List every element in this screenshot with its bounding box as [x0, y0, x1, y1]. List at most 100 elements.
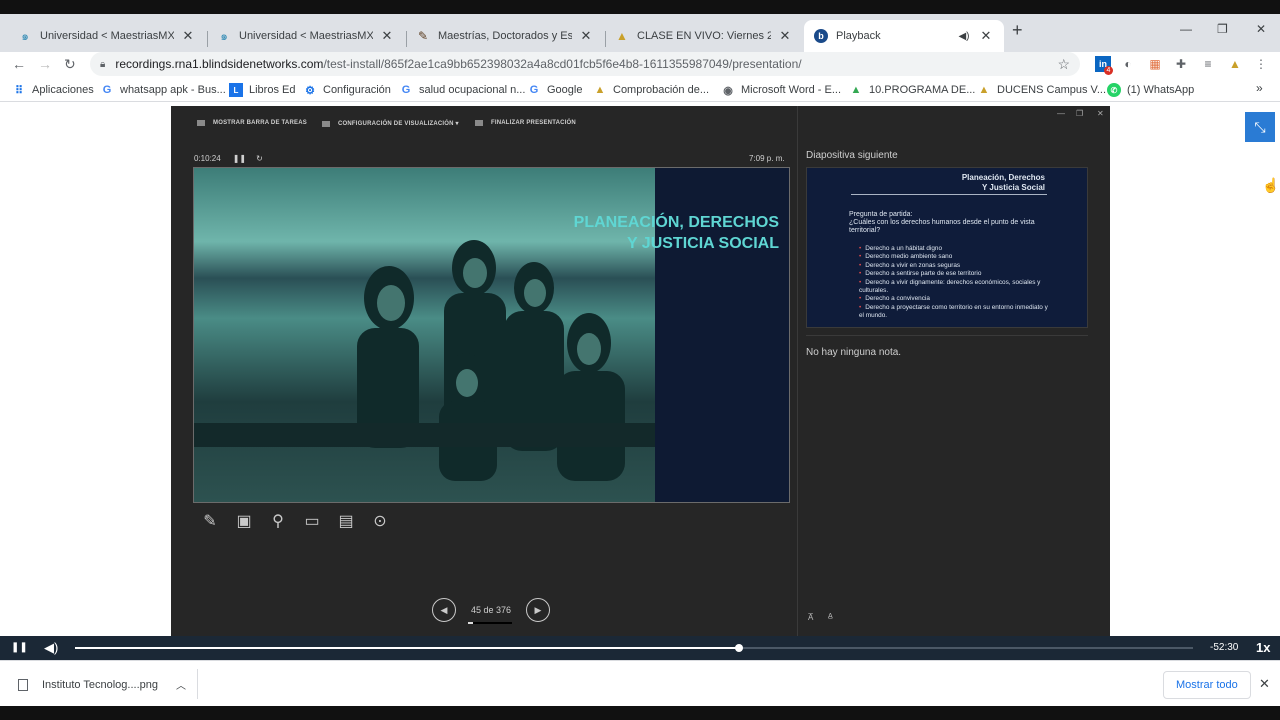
address-bar[interactable]: 🔒︎ recordings.rna1.blindsidenetworks.com…: [90, 52, 1080, 76]
bookmark-google[interactable]: G Google: [527, 83, 583, 97]
bookmark-ducens[interactable]: ▲ DUCENS Campus V...: [977, 83, 1106, 97]
chevron-up-icon[interactable]: ︿: [176, 677, 186, 692]
next-slide-button[interactable]: ▶: [526, 598, 550, 622]
show-all-button[interactable]: Mostrar todo: [1163, 671, 1251, 699]
slide-title-line: PLANEACIÓN, DERECHOS: [573, 214, 779, 231]
bookmark-label: salud ocupacional n...: [419, 84, 526, 96]
menu-show-taskbar[interactable]: MOSTRAR BARRA DE TAREAS: [197, 120, 307, 126]
menu-end-presentation[interactable]: FINALIZAR PRESENTACIÓN: [475, 120, 576, 126]
bookmark-aplicaciones[interactable]: ⠿ Aplicaciones: [12, 83, 94, 97]
bookmark-libros-ed[interactable]: L Libros Ed: [229, 83, 295, 97]
bookmark-salud-ocupacional[interactable]: Gsalud ocupacional n...: [399, 83, 526, 97]
next-slide-title-line: Y Justicia Social: [982, 183, 1045, 192]
list-item: Derecho a proyectarse como territorio en…: [859, 304, 1049, 321]
next-slide-title: Planeación, Derechos Y Justicia Social: [962, 173, 1045, 193]
google-icon: G: [102, 84, 112, 96]
os-top-bar: [0, 0, 1280, 14]
zoom-icon[interactable]: ⚲: [261, 510, 295, 532]
list-item: Derecho a convivencia: [859, 295, 1049, 303]
list-item: Derecho a un hábitat digno: [859, 245, 1049, 253]
bookmark-programa[interactable]: ▲ 10.PROGRAMA DE...: [849, 83, 976, 97]
minimize-icon[interactable]: —: [1180, 22, 1192, 36]
tab-playback[interactable]: b Playback ◀) ✕: [804, 20, 1004, 52]
speaker-icon[interactable]: ◀): [956, 31, 972, 42]
bookmark-configuracion[interactable]: ⚙ Configuración: [303, 83, 391, 97]
next-slide-label: Diapositiva siguiente: [806, 150, 898, 161]
close-icon[interactable]: ✕: [978, 28, 994, 44]
image-file-icon: [18, 678, 28, 691]
close-icon[interactable]: ✕: [180, 28, 196, 44]
divider: [197, 669, 198, 699]
tab-universidad-2[interactable]: ๑ Universidad < MaestriasMX.com ✕: [207, 20, 405, 52]
apps-grid-icon: ⠿: [14, 84, 24, 97]
bookmark-whatsapp-apk[interactable]: Gwhatsapp apk - Bus...: [100, 83, 226, 97]
bookmark-label: 10.PROGRAMA DE...: [869, 84, 976, 96]
elapsed-time: 0:10:24: [194, 154, 221, 163]
close-icon[interactable]: ✕: [578, 28, 594, 44]
question-heading: Pregunta de partida:: [849, 211, 913, 218]
bookmark-label: Libros Ed: [249, 84, 296, 96]
next-slide-question: Pregunta de partida: ¿Cuáles con los der…: [849, 211, 1049, 235]
grid-extension-icon[interactable]: ▦: [1147, 56, 1163, 72]
tab-maestrias[interactable]: ✎ Maestrías, Doctorados y Especial ✕: [406, 20, 604, 52]
circle-extension-icon[interactable]: ◐: [1120, 56, 1136, 72]
forward-icon[interactable]: →: [38, 56, 52, 72]
puzzle-extensions-icon[interactable]: ✚: [1173, 56, 1189, 72]
close-icon[interactable]: ✕: [379, 28, 395, 44]
download-item[interactable]: Instituto Tecnolog....png ︿: [18, 677, 186, 692]
kebab-menu-icon[interactable]: ⋮: [1253, 56, 1269, 72]
playback-speed-button[interactable]: 1x: [1256, 640, 1270, 655]
tab-universidad-1[interactable]: ๑ Universidad < MaestriasMX.com ✕: [8, 20, 206, 52]
all-slides-icon[interactable]: ▣: [227, 510, 261, 532]
volume-icon[interactable]: ◀): [44, 640, 58, 656]
black-screen-icon[interactable]: ▭: [295, 510, 329, 532]
bookmark-label: (1) WhatsApp: [1127, 84, 1195, 96]
tab-clase-en-vivo[interactable]: ▲ CLASE EN VIVO: Viernes 22 enero ✕: [605, 20, 803, 52]
taskbar-icon: [197, 120, 205, 126]
menu-label: MOSTRAR BARRA DE TAREAS: [213, 120, 307, 126]
slide-navigation: ◀ 45 de 376 ▶: [432, 598, 550, 624]
pause-timer-icon[interactable]: ❚❚: [233, 154, 246, 163]
bookmark-whatsapp[interactable]: ✆ (1) WhatsApp: [1107, 83, 1194, 97]
bookmarks-overflow-button[interactable]: »: [1256, 81, 1263, 95]
playlist-icon[interactable]: ≡: [1200, 56, 1216, 72]
window-close-icon[interactable]: ✕: [1256, 22, 1266, 36]
bookmark-microsoft-word[interactable]: ◉ Microsoft Word - E...: [721, 83, 841, 97]
bookmark-star-icon[interactable]: ☆: [1057, 56, 1070, 73]
profile-avatar-icon[interactable]: ▲: [1227, 56, 1243, 72]
gear-icon: ⚙: [305, 84, 315, 97]
next-slide-preview[interactable]: Planeación, Derechos Y Justicia Social P…: [806, 167, 1088, 328]
slide-progress-fill: [468, 622, 474, 624]
slide-title: PLANEACIÓN, DERECHOS Y JUSTICIA SOCIAL: [574, 212, 779, 254]
close-icon[interactable]: ✕: [777, 28, 793, 44]
url-host: recordings.rna1.blindsidenetworks.com: [115, 57, 324, 71]
reload-icon[interactable]: ↻: [64, 56, 76, 73]
new-tab-button[interactable]: +: [1012, 20, 1023, 41]
exit-fullscreen-button[interactable]: ⤡: [1245, 112, 1275, 142]
book-icon: L: [229, 83, 243, 97]
divider: [806, 335, 1088, 336]
tab-strip: ๑ Universidad < MaestriasMX.com ✕ ๑ Univ…: [0, 14, 1280, 52]
reset-timer-icon[interactable]: ↻: [256, 154, 263, 163]
menu-display-settings[interactable]: CONFIGURACIÓN DE VISUALIZACIÓN ▾: [322, 120, 459, 127]
bookmark-comprobacion[interactable]: ▲ Comprobación de...: [593, 83, 709, 97]
list-item: Derecho a vivir dignamente: derechos eco…: [859, 279, 1049, 296]
pen-icon[interactable]: ✎: [193, 510, 227, 532]
bookmark-label: Configuración: [323, 84, 391, 96]
pause-button[interactable]: ❚❚: [11, 642, 28, 653]
close-downloads-icon[interactable]: ✕: [1259, 676, 1270, 692]
decrease-font-icon[interactable]: A̲: [828, 613, 833, 620]
extension-badge: 4: [1104, 66, 1113, 75]
end-show-icon: [475, 120, 483, 126]
bookmark-label: DUCENS Campus V...: [997, 84, 1107, 96]
url-path: /test-install/865f2ae1ca9bb652398032a4a8…: [323, 57, 802, 71]
increase-font-icon[interactable]: A̅: [808, 613, 813, 622]
restore-icon[interactable]: ❐: [1217, 22, 1228, 36]
back-icon[interactable]: ←: [12, 56, 26, 72]
previous-slide-button[interactable]: ◀: [432, 598, 456, 622]
seek-bar[interactable]: [75, 647, 1193, 649]
subtitles-icon[interactable]: ▤: [329, 510, 363, 532]
more-options-icon[interactable]: ⊙: [363, 510, 397, 532]
seek-thumb[interactable]: [735, 644, 744, 652]
google-drive-icon: ▲: [850, 84, 862, 96]
